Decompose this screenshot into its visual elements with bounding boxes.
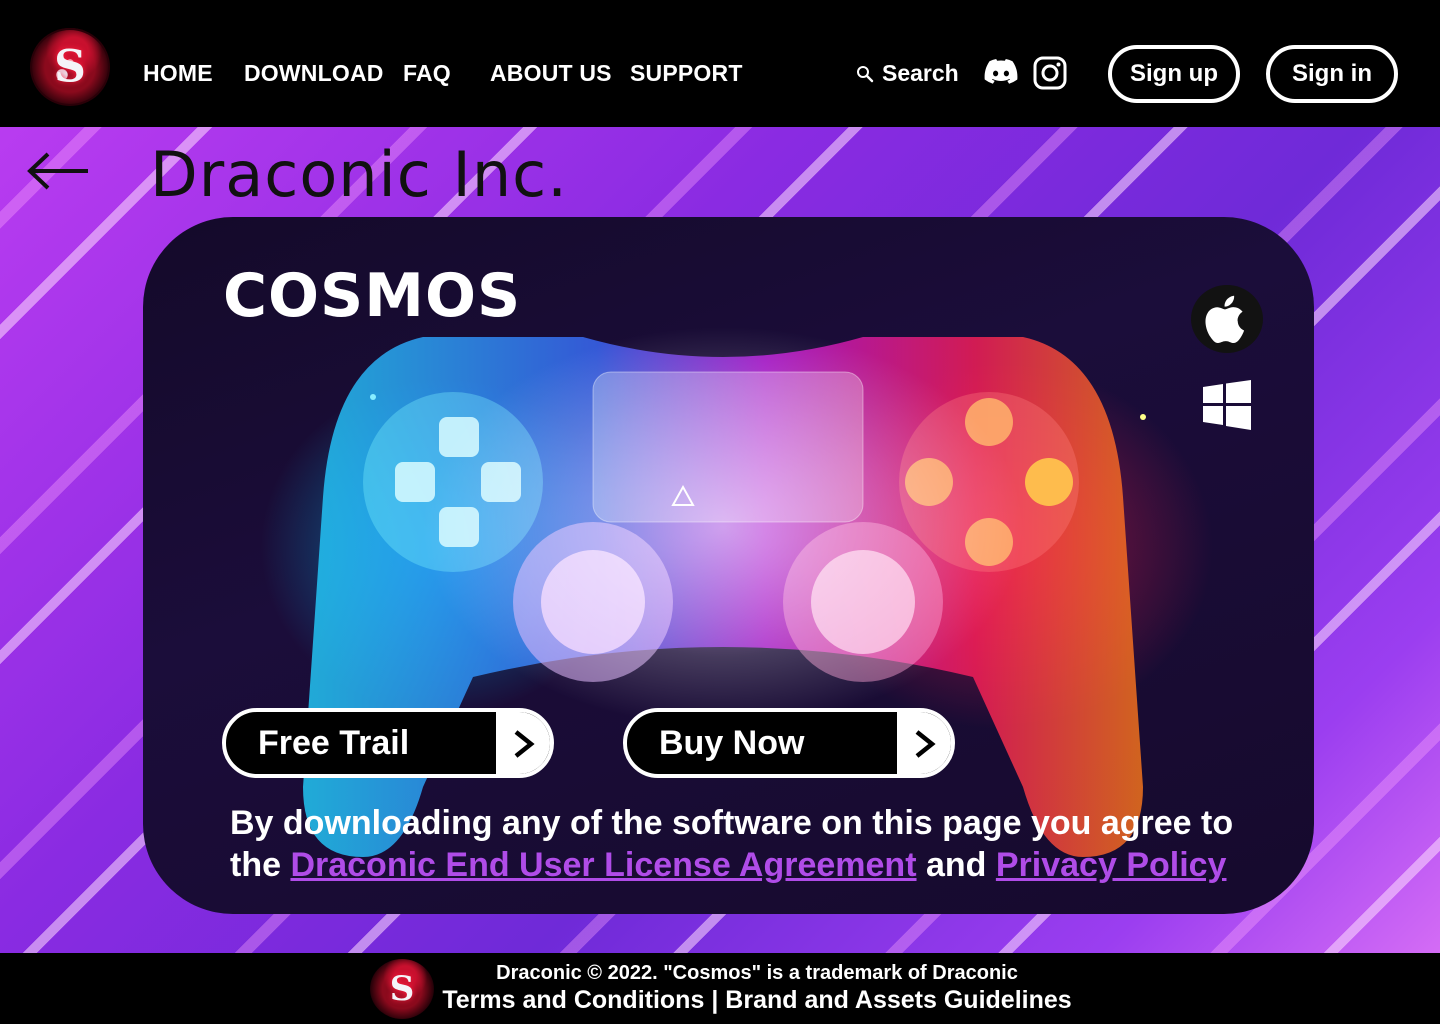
draconic-logo-icon[interactable]: S [30,28,110,106]
footer: S Draconic © 2022. "Cosmos" is a tradema… [0,953,1440,1024]
nav-faq[interactable]: FAQ [403,60,451,87]
sign-in-button[interactable]: Sign in [1266,45,1398,103]
gamepad-illustration-icon [303,327,1146,857]
chevron-right-icon [915,730,936,758]
apple-platform-button[interactable] [1191,285,1263,353]
free-trial-button[interactable]: Free Trail [222,708,554,778]
top-navbar: S HOME DOWNLOAD FAQ ABOUT US SUPPORT Sea… [0,0,1440,127]
nav-home[interactable]: HOME [143,60,213,87]
product-title: COSMOS [223,261,522,331]
chevron-right-icon [514,730,535,758]
windows-icon[interactable] [1201,379,1253,431]
brand-title: Draconic Inc. [150,138,568,211]
license-notice-and: and [925,846,987,884]
free-trial-arrow-area [496,712,550,774]
license-notice: By downloading any of the software on th… [230,802,1240,886]
instagram-icon[interactable] [1033,56,1067,90]
nav-about-us[interactable]: ABOUT US [490,60,612,87]
footer-copyright: Draconic © 2022. "Cosmos" is a trademark… [496,962,1018,984]
product-card: COSMOS Free Trail Buy Now By downloading… [143,217,1314,914]
nav-support[interactable]: SUPPORT [630,60,743,87]
terms-link[interactable]: Terms and Conditions [442,986,704,1014]
discord-icon[interactable] [984,58,1018,86]
buy-now-button[interactable]: Buy Now [623,708,955,778]
eula-link[interactable]: Draconic End User License Agreement [290,846,916,884]
nav-download[interactable]: DOWNLOAD [244,60,384,87]
footer-separator: | [711,986,719,1014]
apple-icon [1205,295,1245,344]
search-button[interactable]: Search [856,60,959,88]
back-arrow-icon[interactable] [26,150,90,192]
privacy-policy-link[interactable]: Privacy Policy [996,846,1227,884]
sign-up-button[interactable]: Sign up [1108,45,1240,103]
search-label: Search [882,60,959,86]
footer-links: Terms and Conditions | Brand and Assets … [0,986,1440,1015]
search-icon [857,66,874,83]
free-trial-label: Free Trail [258,724,410,762]
buy-now-label: Buy Now [659,724,805,762]
buy-now-arrow-area [897,712,951,774]
brand-guidelines-link[interactable]: Brand and Assets Guidelines [725,986,1071,1014]
